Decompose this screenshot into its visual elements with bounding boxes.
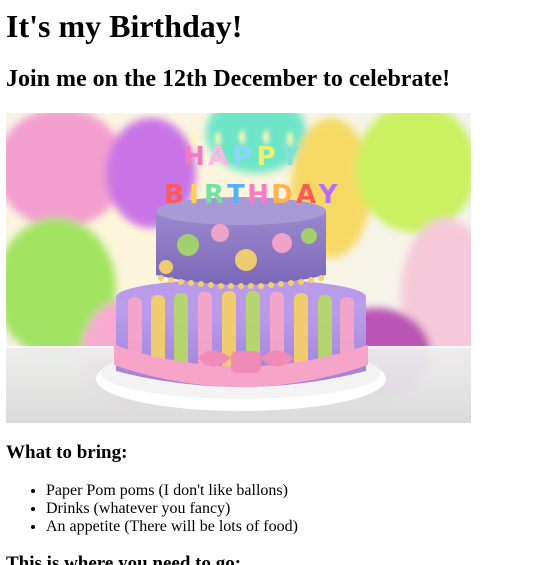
candle-letter: D xyxy=(271,180,293,210)
candle-letter: H xyxy=(247,180,269,210)
candle-letter: A xyxy=(296,180,316,210)
page-subtitle: Join me on the 12th December to celebrat… xyxy=(6,66,451,92)
candle-letter: H xyxy=(183,142,205,172)
bring-heading: What to bring: xyxy=(6,442,128,463)
page: It's my Birthday! Join me on the 12th De… xyxy=(0,0,534,565)
candle-letter: Y xyxy=(318,180,339,210)
list-item: An appetite (There will be lots of food) xyxy=(46,518,298,536)
candle-letter: P xyxy=(232,142,251,172)
candle-letter: I xyxy=(189,180,199,210)
directions-heading: This is where you need to go: xyxy=(6,553,242,565)
list-item: Drinks (whatever you fancy) xyxy=(46,500,298,518)
list-item: Paper Pom poms (I don't like ballons) xyxy=(46,482,298,500)
candle-letter: R xyxy=(204,180,224,210)
candle-letter: P xyxy=(256,142,275,172)
candle-letter: T xyxy=(227,180,245,210)
candle-letter: A xyxy=(208,142,228,172)
candle-letter: B xyxy=(164,180,184,210)
page-title: It's my Birthday! xyxy=(6,8,243,44)
birthday-cake-image: H A P P Y B I R T H D A Y xyxy=(6,113,471,423)
bring-list: Paper Pom poms (I don't like ballons) Dr… xyxy=(6,482,298,536)
candle-letter: Y xyxy=(280,142,301,172)
